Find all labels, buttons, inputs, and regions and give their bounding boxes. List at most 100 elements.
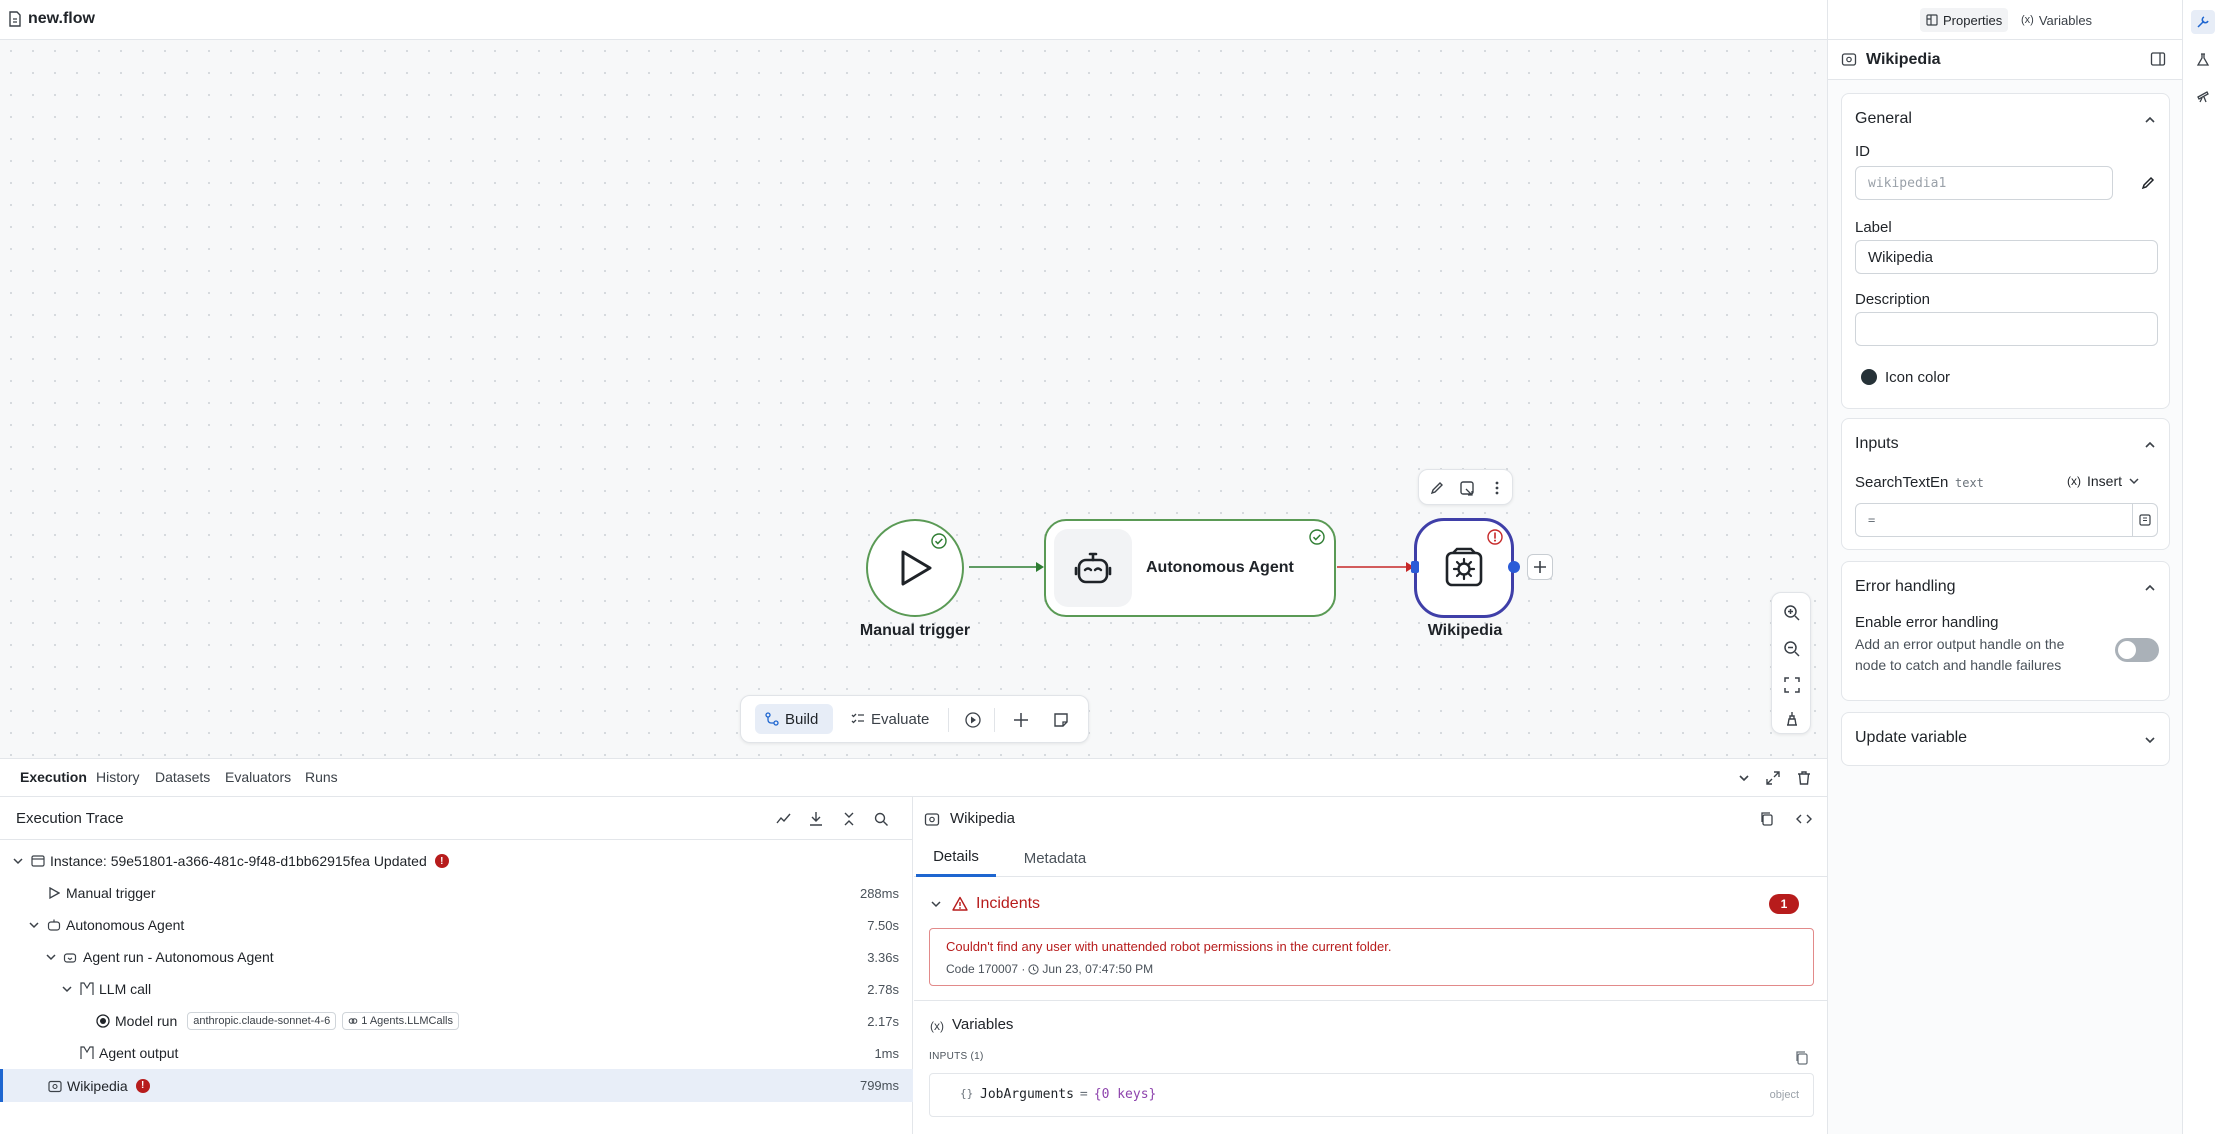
chevron-down-icon [29,922,39,929]
tab-evaluators[interactable]: Evaluators [225,769,291,785]
search-icon[interactable] [873,811,889,827]
tab-variables-label: Variables [2038,12,2093,28]
update-variable-title: Update variable [1855,729,1968,746]
trace-label: Wikipedia [67,1077,128,1094]
rail-telescope-button[interactable] [2191,84,2215,108]
open-node-icon[interactable] [1455,476,1479,500]
canvas-toolbar: Build Evaluate [740,695,1089,743]
enable-error-label: Enable error handling [1855,614,1999,631]
build-button[interactable]: Build [755,704,833,734]
description-label: Description [1855,291,1931,308]
edit-icon[interactable] [1425,476,1449,500]
variable-expr: JobArguments = {0 keys} [980,1087,1156,1102]
properties-panel: Properties (x) Variables Wikipedia Gener… [1827,0,2183,1134]
download-icon[interactable] [808,811,824,827]
trace-row-selected[interactable]: Wikipedia ! 799ms [0,1069,913,1102]
warning-icon [952,896,968,911]
chevron-down-icon[interactable] [1737,771,1751,785]
variable-row[interactable]: {} JobArguments = {0 keys} object [929,1073,1814,1117]
trace-label: Manual trigger [66,885,156,901]
collapse-all-icon[interactable] [841,811,857,827]
chevron-down-icon [2129,478,2139,485]
tab-history[interactable]: History [96,769,140,785]
expand-icon[interactable] [1765,770,1781,786]
autonomous-agent-node[interactable]: Autonomous Agent [1044,519,1336,617]
rail-test-button[interactable] [2191,48,2215,72]
inputs-section: Inputs SearchTextEn text (x) Insert = [1841,418,2170,550]
toggle-panel-icon[interactable] [2150,51,2166,67]
more-options-icon[interactable] [1485,476,1509,500]
play-icon [901,550,932,586]
id-field[interactable]: wikipedia1 [1855,166,2113,200]
id-value: wikipedia1 [1868,175,1947,191]
error-icon: ! [434,854,449,868]
telescope-icon [2197,91,2209,103]
tidy-layout-icon[interactable] [1780,707,1804,731]
copy-icon[interactable] [1794,1050,1810,1066]
wikipedia-app-icon [1445,547,1483,587]
divider [948,708,949,732]
evaluate-button[interactable]: Evaluate [843,704,939,734]
variables-title: Variables [952,1016,1014,1033]
output-handle[interactable] [1508,561,1520,573]
autonomous-agent-label: Autonomous Agent [1146,559,1294,576]
code-icon[interactable] [1796,811,1812,827]
tab-metadata[interactable]: Metadata [1010,839,1100,877]
trace-duration: 3.36s [867,949,899,965]
tab-execution[interactable]: Execution [20,769,87,785]
icon-color-swatch[interactable] [1861,369,1877,385]
input-handle[interactable] [1411,561,1419,573]
insert-dropdown[interactable]: (x) Insert [2067,473,2140,489]
rail-tools-button[interactable] [2191,10,2215,34]
trace-duration: 799ms [859,1078,899,1093]
enable-error-toggle[interactable] [2115,638,2159,662]
update-variable-section[interactable]: Update variable [1841,712,2170,766]
trace-row[interactable]: Agent output 1ms [0,1037,913,1069]
tab-variables[interactable]: (x) Variables [2015,8,2098,32]
flow-canvas[interactable]: Manual trigger Autonomous Agent Wikipedi… [0,40,1827,758]
zoom-in-icon[interactable] [1780,601,1804,625]
chart-icon[interactable] [776,811,792,827]
clock-icon [1028,963,1039,975]
incident-time: Jun 23, 07:47:50 PM [1042,962,1154,976]
wikipedia-app-icon [48,1080,62,1093]
run-icon[interactable] [959,706,987,734]
tab-datasets[interactable]: Datasets [155,769,210,785]
trash-icon[interactable] [1796,770,1812,786]
trace-row[interactable]: Autonomous Agent 7.50s [0,909,913,941]
trace-row[interactable]: Manual trigger 288ms [0,877,913,909]
trace-row[interactable]: Agent run - Autonomous Agent 3.36s [0,941,913,973]
flow-icon [765,712,779,726]
trace-duration: 2.17s [867,1013,899,1029]
search-text-value: = [1868,513,1876,527]
incident-card[interactable]: Couldn't find any user with unattended r… [929,928,1814,986]
description-field[interactable] [1855,312,2158,346]
add-node-button[interactable] [1527,554,1553,580]
search-text-input[interactable]: = [1855,503,2158,537]
chevron-down-icon[interactable] [930,898,942,910]
label-field[interactable]: Wikipedia [1855,240,2158,274]
trace-row[interactable]: Model run anthropic.claude-sonnet-4-6 1 … [0,1005,913,1037]
tab-properties[interactable]: Properties [1920,8,2009,32]
fit-view-icon[interactable] [1780,673,1804,697]
sticky-note-icon[interactable] [1047,706,1075,734]
chevron-up-icon[interactable] [2143,113,2157,127]
model-chip: anthropic.claude-sonnet-4-6 [187,1012,337,1030]
chevron-down-icon [46,954,56,961]
chevron-up-icon[interactable] [2143,438,2157,452]
manual-trigger-label: Manual trigger [859,622,971,639]
tab-runs[interactable]: Runs [305,769,338,785]
zoom-out-icon[interactable] [1780,637,1804,661]
expression-editor-icon[interactable] [2132,504,2157,536]
bottom-tabs: Execution History Datasets Evaluators Ru… [0,759,1827,797]
add-icon[interactable] [1007,706,1035,734]
pencil-icon[interactable] [2140,175,2156,191]
trace-row[interactable]: LLM call 2.78s [0,973,913,1005]
inputs-title: Inputs [1855,435,1899,452]
trace-row[interactable]: Instance: 59e51801-a366-481c-9f48-d1bb62… [0,845,913,877]
manual-trigger-node[interactable] [866,519,964,617]
input-field-name: SearchTextEn [1855,474,1949,491]
chevron-up-icon[interactable] [2143,581,2157,595]
copy-icon[interactable] [1759,811,1775,827]
tab-details[interactable]: Details [916,839,996,877]
